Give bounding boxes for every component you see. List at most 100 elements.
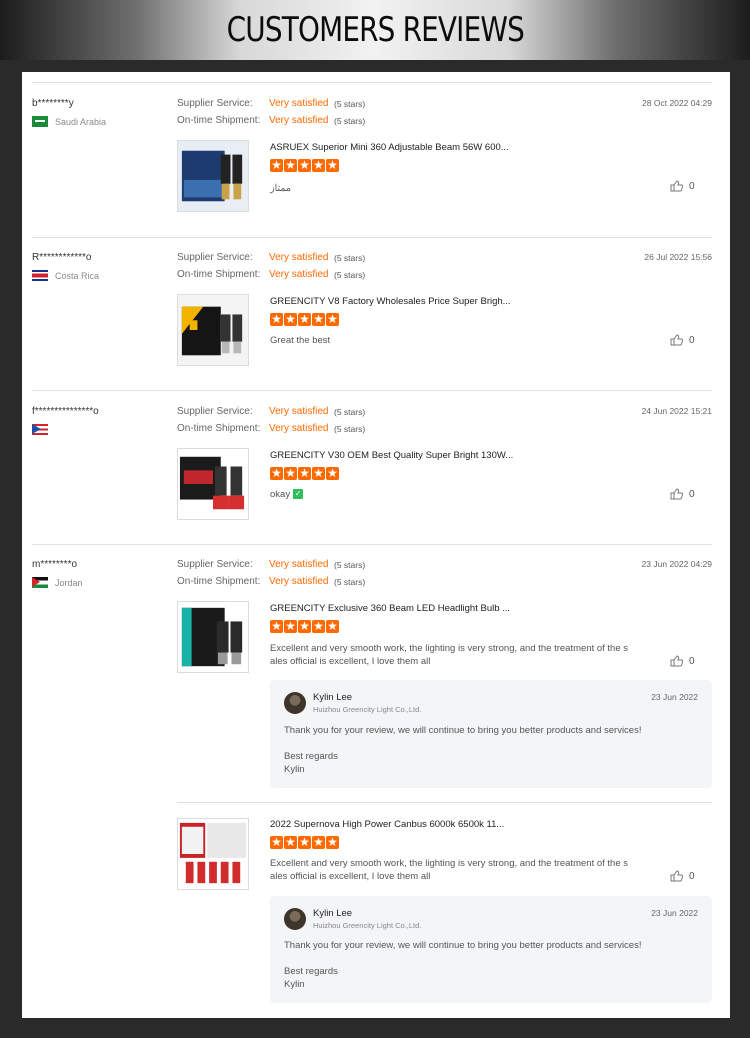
rating-value: Very satisfied bbox=[269, 269, 329, 280]
star-rating bbox=[270, 618, 339, 634]
star-icon bbox=[326, 465, 339, 481]
reviews-panel: b********y Saudi Arabia Supplier Service… bbox=[22, 72, 730, 1018]
like-count: 0 bbox=[689, 870, 695, 882]
rating-value: Very satisfied bbox=[269, 423, 329, 434]
reply-closing: Best regards bbox=[284, 966, 338, 977]
star-icon bbox=[270, 465, 283, 481]
rating-stars-text: (5 stars) bbox=[334, 560, 366, 570]
review-date: 26 Jul 2022 15:56 bbox=[644, 252, 712, 262]
review-date: 24 Jun 2022 15:21 bbox=[641, 406, 712, 416]
reviewer-name: R************o bbox=[32, 252, 92, 263]
star-icon bbox=[312, 311, 325, 327]
star-icon bbox=[270, 618, 283, 634]
like-count: 0 bbox=[689, 180, 695, 192]
star-icon bbox=[270, 157, 283, 173]
costa-rica-flag-icon bbox=[32, 270, 48, 281]
like-button[interactable]: 0 bbox=[670, 655, 695, 667]
reply-date: 23 Jun 2022 bbox=[651, 908, 698, 918]
rating-value: Very satisfied bbox=[269, 98, 329, 109]
like-button[interactable]: 0 bbox=[670, 334, 695, 346]
reviews-banner: CUSTOMERS REVIEWS bbox=[0, 0, 750, 60]
reviewer-name: f***************o bbox=[32, 406, 99, 417]
reviewer-country: Saudi Arabia bbox=[32, 116, 106, 127]
reviewer-country bbox=[32, 424, 55, 435]
star-icon bbox=[312, 465, 325, 481]
product-title[interactable]: GREENCITY V30 OEM Best Quality Super Bri… bbox=[270, 450, 513, 461]
star-icon bbox=[270, 834, 283, 850]
star-icon bbox=[284, 157, 297, 173]
rating-value: Very satisfied bbox=[269, 406, 329, 417]
thumbs-up-icon bbox=[670, 870, 683, 882]
review-comment: Excellent and very smooth work, the ligh… bbox=[270, 858, 629, 882]
star-icon bbox=[284, 618, 297, 634]
thumbs-up-icon bbox=[670, 488, 683, 500]
reply-date: 23 Jun 2022 bbox=[651, 692, 698, 702]
divider bbox=[32, 390, 712, 391]
product-thumbnail[interactable] bbox=[177, 140, 249, 212]
review-comment: ممتاز bbox=[270, 183, 291, 194]
reply-signature: Kylin bbox=[284, 764, 305, 775]
avatar bbox=[284, 908, 306, 930]
star-icon bbox=[298, 311, 311, 327]
divider bbox=[32, 82, 712, 83]
rating-label: Supplier Service: bbox=[177, 406, 253, 417]
rating-value: Very satisfied bbox=[269, 559, 329, 570]
like-button[interactable]: 0 bbox=[670, 180, 695, 192]
product-title[interactable]: ASRUEX Superior Mini 360 Adjustable Beam… bbox=[270, 142, 509, 153]
country-name: Costa Rica bbox=[55, 270, 100, 281]
like-count: 0 bbox=[689, 488, 695, 500]
reply-text: Thank you for your review, we will conti… bbox=[284, 725, 642, 736]
thumbs-up-icon bbox=[670, 655, 683, 667]
shipment-rating: On-time Shipment: Very satisfied (5 star… bbox=[177, 115, 365, 126]
star-rating bbox=[270, 157, 339, 173]
supplier-service-rating: Supplier Service: Very satisfied (5 star… bbox=[177, 559, 365, 570]
product-thumbnail[interactable] bbox=[177, 601, 249, 673]
rating-label: Supplier Service: bbox=[177, 98, 253, 109]
reply-closing: Best regards bbox=[284, 751, 338, 762]
reviewer-country: Jordan bbox=[32, 577, 83, 588]
rating-stars-text: (5 stars) bbox=[334, 99, 366, 109]
banner-title: CUSTOMERS REVIEWS bbox=[226, 10, 524, 50]
rating-label: Supplier Service: bbox=[177, 252, 253, 263]
star-icon bbox=[326, 618, 339, 634]
star-icon bbox=[270, 311, 283, 327]
star-icon bbox=[326, 157, 339, 173]
like-button[interactable]: 0 bbox=[670, 870, 695, 882]
seller-reply: Kylin Lee Huizhou Greencity Light Co.,Lt… bbox=[270, 680, 712, 788]
comment-text: okay bbox=[270, 489, 291, 500]
shipment-rating: On-time Shipment: Very satisfied (5 star… bbox=[177, 576, 365, 587]
star-icon bbox=[298, 465, 311, 481]
reply-company: Huizhou Greencity Light Co.,Ltd. bbox=[313, 921, 422, 930]
review-date: 23 Jun 2022 04:29 bbox=[641, 559, 712, 569]
like-count: 0 bbox=[689, 334, 695, 346]
star-icon bbox=[284, 311, 297, 327]
product-title[interactable]: GREENCITY V8 Factory Wholesales Price Su… bbox=[270, 296, 511, 307]
reviewer-country: Costa Rica bbox=[32, 270, 99, 281]
star-icon bbox=[284, 465, 297, 481]
reviewer-name: b********y bbox=[32, 98, 74, 109]
product-thumbnail[interactable] bbox=[177, 448, 249, 520]
seller-reply: Kylin Lee Huizhou Greencity Light Co.,Lt… bbox=[270, 896, 712, 1003]
rating-label: On-time Shipment: bbox=[177, 269, 261, 280]
star-icon bbox=[298, 157, 311, 173]
product-thumbnail[interactable] bbox=[177, 818, 249, 890]
star-icon bbox=[312, 834, 325, 850]
rating-stars-text: (5 stars) bbox=[334, 424, 366, 434]
rating-value: Very satisfied bbox=[269, 115, 329, 126]
product-thumbnail[interactable] bbox=[177, 294, 249, 366]
product-title[interactable]: 2022 Supernova High Power Canbus 6000k 6… bbox=[270, 819, 504, 830]
reply-text: Thank you for your review, we will conti… bbox=[284, 940, 642, 951]
like-button[interactable]: 0 bbox=[670, 488, 695, 500]
review-comment: Great the best bbox=[270, 335, 331, 346]
rating-stars-text: (5 stars) bbox=[334, 577, 366, 587]
rating-value: Very satisfied bbox=[269, 252, 329, 263]
saudi-arabia-flag-icon bbox=[32, 116, 48, 127]
shipment-rating: On-time Shipment: Very satisfied (5 star… bbox=[177, 269, 365, 280]
divider bbox=[32, 237, 712, 238]
shipment-rating: On-time Shipment: Very satisfied (5 star… bbox=[177, 423, 365, 434]
product-title[interactable]: GREENCITY Exclusive 360 Beam LED Headlig… bbox=[270, 603, 510, 614]
rating-value: Very satisfied bbox=[269, 576, 329, 587]
star-icon bbox=[312, 618, 325, 634]
country-name: Jordan bbox=[55, 577, 83, 588]
avatar bbox=[284, 692, 306, 714]
